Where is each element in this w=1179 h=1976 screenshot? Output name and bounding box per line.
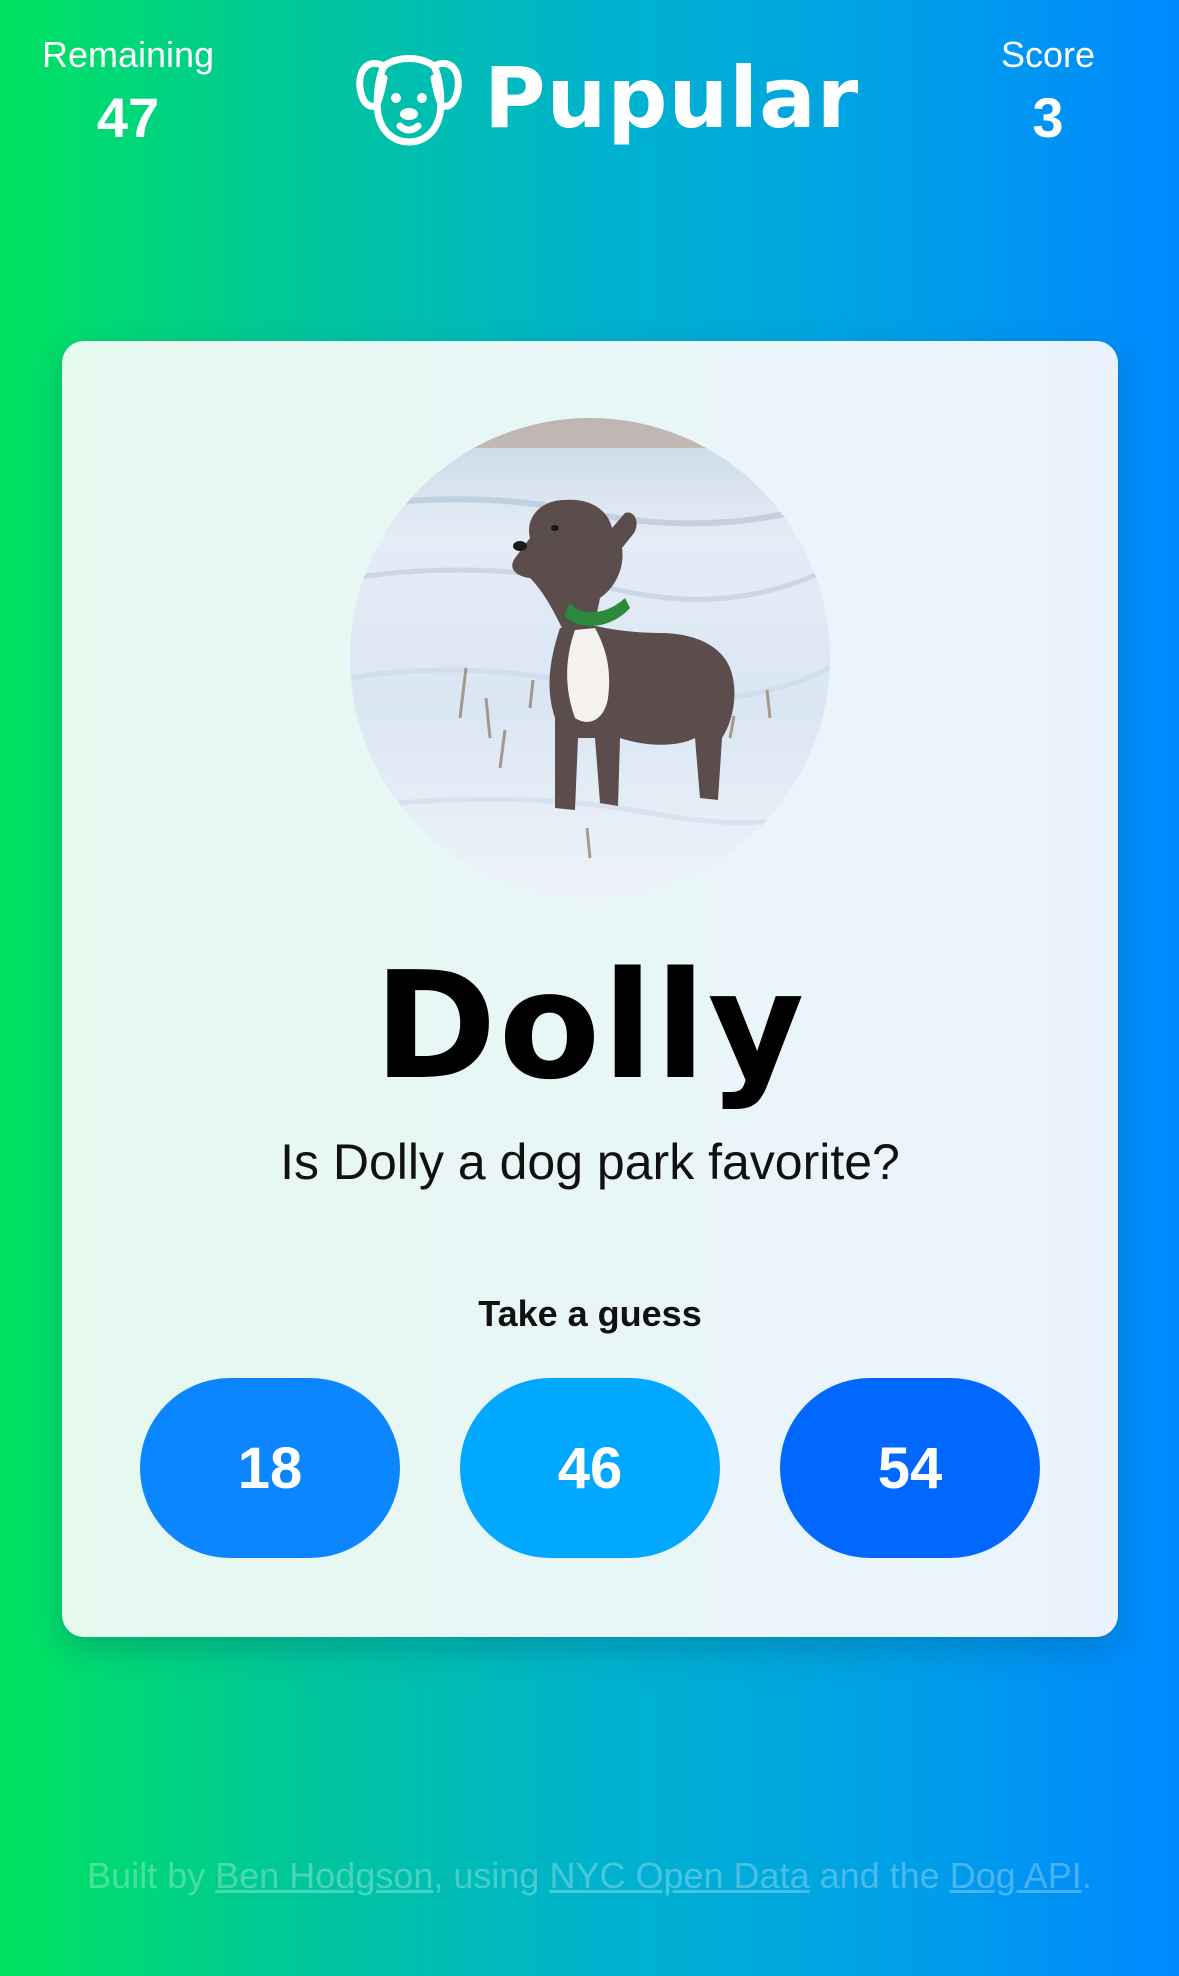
score-stat: Score 3 (928, 32, 1168, 154)
guess-button-3[interactable]: 54 (780, 1378, 1040, 1558)
score-value: 3 (1032, 86, 1064, 149)
guess-button-1[interactable]: 18 (140, 1378, 400, 1558)
footer-text-built-by: Built by (87, 1855, 216, 1896)
remaining-value: 47 (96, 86, 160, 149)
footer-text-end: . (1081, 1855, 1092, 1896)
dog-photo-illustration (350, 418, 830, 898)
brand-name: Pupular (484, 49, 860, 147)
remaining-label: Remaining (41, 34, 215, 75)
header: Remaining 47 Pupular Score 3 (0, 0, 1179, 200)
remaining-stat: Remaining 47 (8, 32, 248, 154)
footer-credits: Built by Ben Hodgson, using NYC Open Dat… (80, 1852, 1099, 1900)
footer-text-using: , using (433, 1855, 550, 1896)
dog-name: Dolly (373, 940, 807, 1112)
brand-logo: Pupular (354, 46, 859, 150)
question-card: Dolly Is Dolly a dog park favorite? Take… (62, 341, 1118, 1637)
guess-prompt: Take a guess (478, 1293, 702, 1334)
footer-text-and-the: and the (809, 1855, 950, 1896)
author-link[interactable]: Ben Hodgson (215, 1855, 433, 1896)
dog-api-link[interactable]: Dog API (950, 1855, 1082, 1896)
dog-photo (350, 418, 830, 898)
dog-face-icon (356, 55, 462, 146)
guess-button-2[interactable]: 46 (460, 1378, 720, 1558)
score-label: Score (1000, 34, 1096, 75)
nyc-open-data-link[interactable]: NYC Open Data (549, 1855, 809, 1896)
question-text: Is Dolly a dog park favorite? (280, 1134, 900, 1190)
